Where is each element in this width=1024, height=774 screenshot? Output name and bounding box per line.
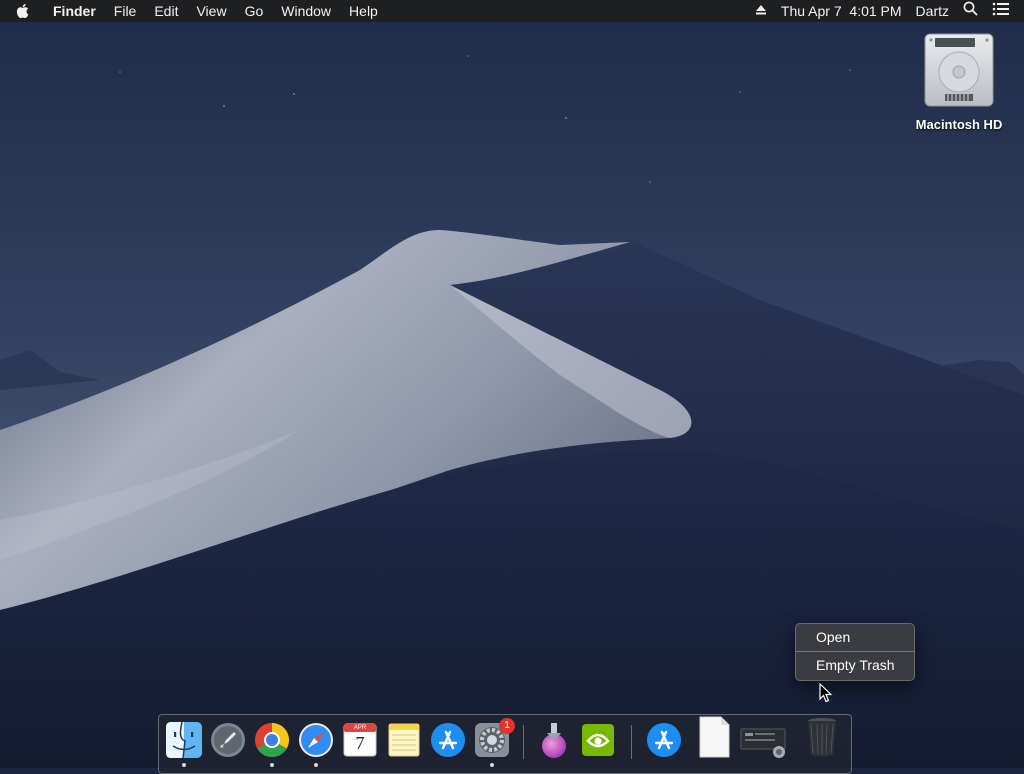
document-icon[interactable]: [695, 716, 733, 759]
menu-app-name[interactable]: Finder: [44, 0, 105, 22]
menu-bar: Finder File Edit View Go Window Help Thu…: [0, 0, 1024, 22]
notes-icon[interactable]: [385, 721, 423, 759]
spotlight-search-icon[interactable]: [956, 0, 985, 22]
calendar-icon[interactable]: APR 7: [341, 721, 379, 759]
hard-drive-icon: [924, 33, 994, 107]
dock-separator: [631, 725, 632, 759]
screenshot-icon[interactable]: [739, 721, 789, 759]
safari-icon[interactable]: [297, 721, 335, 759]
mouse-cursor: [819, 683, 833, 703]
installer-icon[interactable]: [535, 721, 573, 759]
apple-menu-icon[interactable]: [0, 0, 44, 22]
menu-go[interactable]: Go: [236, 0, 273, 22]
desktop-icon-label: Macintosh HD: [915, 117, 1003, 132]
trash-context-menu: Open Empty Trash: [795, 623, 915, 681]
desktop-icon-macintosh-hd[interactable]: Macintosh HD: [905, 32, 1013, 132]
running-indicator: [270, 763, 274, 767]
notification-badge: 1: [499, 718, 515, 734]
launchpad-icon[interactable]: [209, 721, 247, 759]
context-menu-empty-trash[interactable]: Empty Trash: [796, 652, 914, 679]
menu-edit[interactable]: Edit: [145, 0, 187, 22]
menu-user[interactable]: Dartz: [909, 0, 956, 22]
notification-center-icon[interactable]: [985, 0, 1024, 22]
context-menu-open[interactable]: Open: [796, 624, 914, 651]
menu-help[interactable]: Help: [340, 0, 387, 22]
eject-icon[interactable]: [748, 0, 774, 22]
menu-view[interactable]: View: [187, 0, 235, 22]
app-store-icon[interactable]: [645, 721, 683, 759]
app-store-icon[interactable]: [429, 721, 467, 759]
calendar-day: 7: [355, 733, 365, 753]
menu-window[interactable]: Window: [272, 0, 340, 22]
menu-clock[interactable]: Thu Apr 7 4:01 PM: [774, 0, 909, 22]
chrome-icon[interactable]: [253, 721, 291, 759]
menu-file[interactable]: File: [105, 0, 146, 22]
running-indicator: [314, 763, 318, 767]
dock-separator: [523, 725, 524, 759]
trash-icon[interactable]: [803, 718, 841, 759]
dock: APR 7 1: [158, 714, 852, 774]
finder-icon[interactable]: [165, 721, 203, 759]
running-indicator: [182, 763, 186, 767]
nvidia-icon[interactable]: [579, 721, 617, 759]
calendar-month: APR: [353, 725, 367, 731]
running-indicator: [490, 763, 494, 767]
system-preferences-icon[interactable]: 1: [473, 718, 515, 759]
